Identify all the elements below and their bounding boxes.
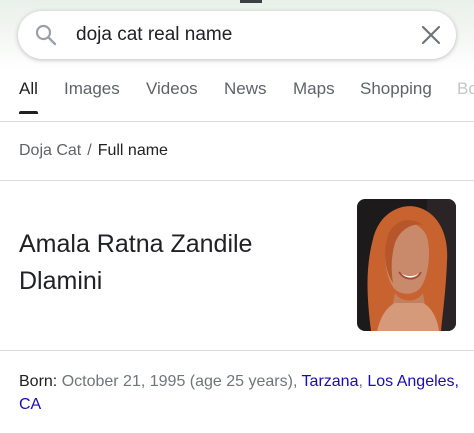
tab-maps[interactable]: Maps [293,78,335,114]
answer-line-2: Dlamini [19,267,103,295]
search-input[interactable] [76,21,396,49]
search-icon[interactable] [34,23,58,47]
tab-news[interactable]: News [224,78,267,114]
answer-divider [0,350,474,351]
breadcrumb-entity-link[interactable]: Doja Cat [19,142,81,159]
tab-images[interactable]: Images [64,78,120,114]
breadcrumb-divider [0,180,474,181]
close-icon[interactable] [420,24,442,46]
born-date: October 21, 1995 (age 25 years), [57,373,302,390]
tab-videos[interactable]: Videos [146,78,198,114]
born-label: Born: [19,373,58,390]
breadcrumb-current: Full name [97,142,168,159]
entity-thumbnail[interactable] [357,199,456,331]
tabs-divider [0,121,474,122]
breadcrumb-separator: / [87,142,92,159]
birthplace-city-link[interactable]: Tarzana [302,373,359,390]
answer-title: Amala Ratna Zandile Dlamini [19,226,339,300]
portrait-image [357,199,456,331]
born-fact: Born: October 21, 1995 (age 25 years), T… [19,370,459,416]
tab-books[interactable]: Bo [457,78,474,114]
search-tabs: All Images Videos News Maps Shopping Bo [0,78,474,114]
search-bar[interactable] [18,11,456,59]
answer-line-1: Amala Ratna Zandile [19,230,253,258]
breadcrumb: Doja Cat / Full name [19,142,168,160]
tab-all[interactable]: All [19,78,38,114]
tab-shopping[interactable]: Shopping [360,78,432,114]
status-notch [240,0,262,3]
